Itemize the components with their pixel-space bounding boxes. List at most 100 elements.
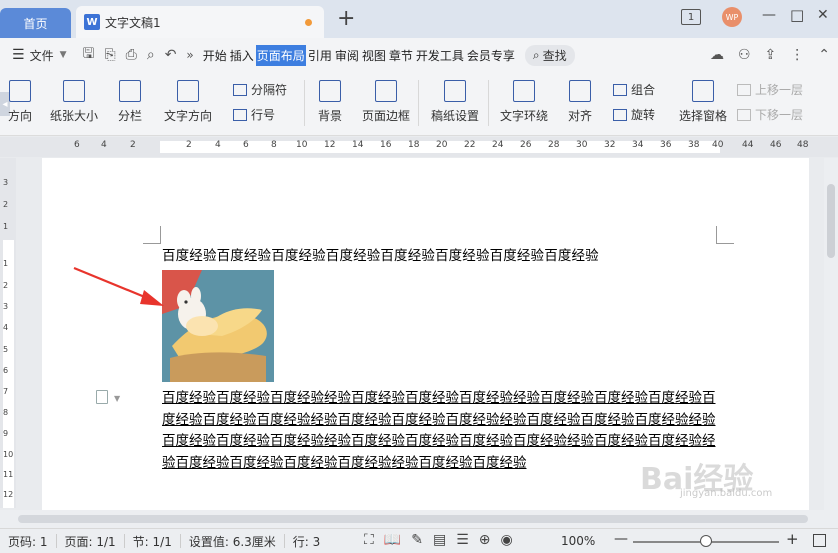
ruler-tick: 22 bbox=[464, 140, 476, 150]
ruler-tick: 14 bbox=[352, 140, 364, 150]
text-wrap-button[interactable]: 文字环绕 bbox=[500, 80, 548, 124]
horizontal-ruler[interactable]: 6 4 2 2 4 6 8 10 12 14 16 18 20 22 24 26… bbox=[0, 137, 838, 157]
collapse-ribbon-icon[interactable]: ⌃ bbox=[818, 47, 830, 63]
collaborate-icon[interactable]: ⚇ bbox=[738, 47, 751, 63]
align-button[interactable]: 对齐 bbox=[568, 80, 592, 124]
print-preview-icon[interactable]: ⌕ bbox=[147, 47, 155, 63]
send-backward-button[interactable]: 下移一层 bbox=[737, 106, 803, 123]
status-row[interactable]: 行: 3 bbox=[293, 533, 321, 550]
horizontal-scrollbar-thumb[interactable] bbox=[18, 515, 808, 523]
eye-protection-icon[interactable]: ◉ bbox=[501, 532, 513, 548]
rotate-label: 旋转 bbox=[631, 108, 656, 122]
horizontal-scrollbar[interactable] bbox=[0, 510, 838, 528]
menu-right-icons: ☁ ⚇ ⇪ ⋮ ⌃ bbox=[710, 47, 830, 63]
ruler-tick: 30 bbox=[576, 140, 588, 150]
paper-size-button[interactable]: 纸张大小 bbox=[50, 80, 98, 124]
unsaved-dot-icon bbox=[305, 19, 312, 26]
vruler-tick: 10 bbox=[3, 450, 14, 459]
print-icon[interactable]: ⎙ bbox=[126, 47, 137, 63]
columns-button[interactable]: 分栏 bbox=[118, 80, 142, 124]
tab-developer[interactable]: 开发工具 bbox=[415, 45, 465, 66]
ruler-tick: 48 bbox=[797, 140, 809, 150]
group-button[interactable]: 组合 bbox=[613, 81, 655, 98]
vertical-ruler[interactable]: 3 2 1 1 2 3 4 5 6 7 8 9 10 11 12 bbox=[0, 158, 16, 508]
page-view-icon[interactable]: ▤ bbox=[433, 532, 446, 548]
vruler-tick: 11 bbox=[3, 470, 14, 479]
status-page-number[interactable]: 页码: 1 bbox=[8, 533, 48, 550]
zoom-level[interactable]: 100% bbox=[561, 534, 595, 548]
zoom-in-button[interactable]: + bbox=[786, 530, 799, 548]
search-button[interactable]: ⌕ 查找 bbox=[524, 44, 575, 66]
cloud-icon[interactable]: ☁ bbox=[710, 47, 724, 63]
close-button[interactable]: ✕ bbox=[817, 7, 829, 23]
separator-button[interactable]: 分隔符 bbox=[233, 81, 287, 98]
reading-mode-icon[interactable]: 📖 bbox=[384, 532, 401, 548]
window-count-badge[interactable]: 1 bbox=[681, 9, 701, 25]
tab-view[interactable]: 视图 bbox=[361, 45, 387, 66]
zoom-out-button[interactable]: — bbox=[614, 531, 628, 547]
group-label: 组合 bbox=[631, 83, 656, 97]
ruler-tick: 36 bbox=[660, 140, 672, 150]
background-button[interactable]: 背景 bbox=[318, 80, 342, 124]
ruler-tick: 26 bbox=[520, 140, 532, 150]
overflow-menu-icon[interactable]: ⋮ bbox=[790, 47, 804, 63]
page-border-label: 页面边框 bbox=[362, 109, 411, 123]
tab-insert[interactable]: 插入 bbox=[229, 45, 255, 66]
web-view-icon[interactable]: ⊕ bbox=[479, 532, 491, 548]
inserted-picture[interactable] bbox=[162, 270, 274, 382]
status-setting[interactable]: 设置值: 6.3厘米 bbox=[189, 533, 276, 550]
tab-member[interactable]: 会员专享 bbox=[466, 45, 516, 66]
document-paragraph[interactable]: 百度经验百度经验百度经验经验百度经验百度经验百度经验经验百度经验百度经验百度经验… bbox=[162, 388, 722, 474]
status-page-count[interactable]: 页面: 1/1 bbox=[65, 533, 116, 550]
vruler-tick: 9 bbox=[3, 429, 9, 438]
avatar[interactable]: WP bbox=[722, 7, 742, 27]
send-backward-icon bbox=[737, 108, 751, 121]
chevron-down-icon[interactable]: ▼ bbox=[114, 394, 120, 403]
undo-icon[interactable]: ↶ bbox=[165, 47, 177, 63]
tab-references[interactable]: 引用 bbox=[307, 45, 333, 66]
manuscript-button[interactable]: 稿纸设置 bbox=[431, 80, 479, 124]
ruler-tick: 10 bbox=[296, 140, 308, 150]
selection-pane-button[interactable]: 选择窗格 bbox=[679, 80, 727, 124]
outline-view-icon[interactable]: ☰ bbox=[456, 532, 469, 548]
line-number-icon bbox=[233, 108, 247, 121]
file-menu[interactable]: ☰ 文件 ▼ bbox=[12, 47, 67, 64]
text-direction-label: 文字方向 bbox=[164, 109, 213, 123]
file-menu-label: 文件 bbox=[29, 48, 54, 63]
vertical-scrollbar-thumb[interactable] bbox=[827, 184, 835, 258]
vertical-scrollbar[interactable] bbox=[824, 158, 838, 510]
status-bar: 页码: 1 页面: 1/1 节: 1/1 设置值: 6.3厘米 行: 3 ⛶ 📖… bbox=[0, 528, 838, 553]
align-icon bbox=[569, 80, 591, 102]
ruler-tick: 4 bbox=[101, 140, 107, 150]
tab-page-layout[interactable]: 页面布局 bbox=[255, 44, 306, 66]
minimize-button[interactable]: — bbox=[762, 7, 776, 23]
fit-window-icon[interactable] bbox=[813, 534, 826, 547]
zoom-slider-handle[interactable] bbox=[700, 535, 712, 547]
text-direction-button[interactable]: 文字方向 bbox=[164, 80, 212, 124]
page-border-icon bbox=[375, 80, 397, 102]
paper-size-icon bbox=[63, 80, 85, 102]
group-icon bbox=[613, 83, 627, 96]
bring-forward-button[interactable]: 上移一层 bbox=[737, 81, 803, 98]
new-tab-button[interactable]: + bbox=[337, 8, 355, 30]
rotate-button[interactable]: 旋转 bbox=[613, 106, 655, 123]
more-icon[interactable]: » bbox=[186, 48, 193, 62]
menu-bar: ☰ 文件 ▼ 🖫 ⎘ ⎙ ⌕ ↶ » 开始 插入 页面布局 引用 审阅 视图 章… bbox=[0, 38, 838, 72]
maximize-button[interactable]: □ bbox=[790, 6, 804, 24]
share-icon[interactable]: ⇪ bbox=[765, 47, 777, 63]
tab-home[interactable]: 首页 bbox=[0, 8, 71, 38]
tab-section[interactable]: 章节 bbox=[388, 45, 414, 66]
format-painter-icon[interactable]: ⎘ bbox=[104, 47, 115, 63]
document-line[interactable]: 百度经验百度经验百度经验百度经验百度经验百度经验百度经验百度经验 bbox=[162, 244, 599, 264]
tab-document[interactable]: W 文字文稿1 bbox=[76, 6, 324, 38]
tab-review[interactable]: 审阅 bbox=[334, 45, 360, 66]
orientation-button[interactable]: 方向 bbox=[8, 80, 32, 124]
page-border-button[interactable]: 页面边框 bbox=[362, 80, 410, 124]
status-section[interactable]: 节: 1/1 bbox=[133, 533, 172, 550]
tab-start[interactable]: 开始 bbox=[202, 45, 228, 66]
save-icon[interactable]: 🖫 bbox=[83, 43, 95, 67]
paragraph-handle-icon[interactable] bbox=[96, 390, 108, 404]
focus-mode-icon[interactable]: ⛶ bbox=[364, 532, 374, 548]
line-number-button[interactable]: 行号 bbox=[233, 106, 275, 123]
edit-mode-icon[interactable]: ✎ bbox=[411, 532, 423, 548]
